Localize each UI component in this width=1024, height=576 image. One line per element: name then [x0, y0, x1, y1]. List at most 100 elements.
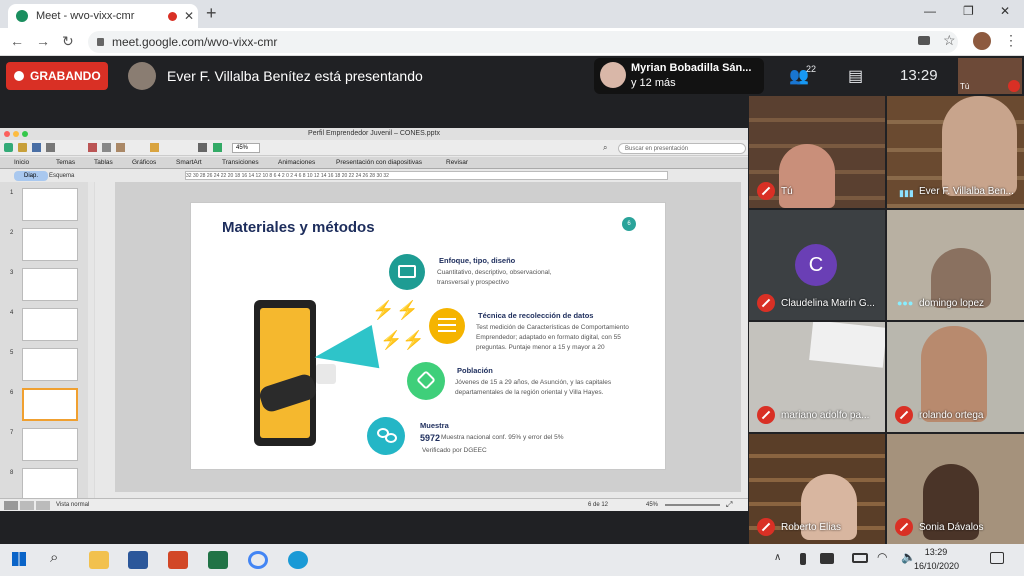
- status-zoom: 45%: [646, 502, 659, 508]
- ribbon-tab-presentacion[interactable]: Presentación con diapositivas: [336, 159, 422, 166]
- slideshow-view-icon[interactable]: [36, 501, 50, 510]
- back-arrow-icon[interactable]: ←: [10, 33, 24, 49]
- save-icon[interactable]: [32, 143, 41, 152]
- browser-tab[interactable]: Meet - wvo-vixx-cmr ✕: [8, 4, 198, 28]
- thumb-number: 3: [10, 270, 14, 276]
- undo-icon[interactable]: [150, 143, 159, 152]
- copy-icon[interactable]: [102, 143, 111, 152]
- slide-thumbnail[interactable]: [22, 428, 78, 461]
- table-icon[interactable]: [198, 143, 207, 152]
- participant-tile[interactable]: C Claudelina Marin G...: [749, 210, 885, 320]
- cut-icon[interactable]: [88, 143, 97, 152]
- participant-tile[interactable]: rolando ortega: [887, 322, 1024, 432]
- participant-tile[interactable]: ●●● domingo lopez: [887, 210, 1024, 320]
- powerpoint-icon[interactable]: [168, 551, 188, 569]
- mic-off-icon: [895, 518, 913, 536]
- participant-name: rolando ortega: [919, 410, 984, 421]
- participant-name: mariano adolfo pa...: [781, 410, 870, 421]
- window-glyph-icon: [398, 265, 416, 278]
- mac-zoom-icon[interactable]: [22, 131, 28, 137]
- item-extra: Verificado por DGEEC: [422, 447, 487, 454]
- ribbon-tab-transiciones[interactable]: Transiciones: [222, 159, 259, 166]
- word-icon[interactable]: [128, 551, 148, 569]
- thumb-number: 8: [10, 470, 14, 476]
- minimize-button[interactable]: —: [924, 4, 936, 18]
- participant-tile[interactable]: Roberto Elias: [749, 434, 885, 544]
- slide-thumbnail-selected[interactable]: [22, 388, 78, 421]
- sound-waves-icon: ⚡⚡: [380, 330, 425, 350]
- paste-icon[interactable]: [116, 143, 125, 152]
- slide-title: Materiales y métodos: [222, 219, 375, 236]
- search-input[interactable]: Buscar en presentación: [618, 143, 746, 154]
- item-body: Test medición de Características de Comp…: [476, 324, 629, 351]
- battery-icon[interactable]: [852, 553, 868, 563]
- menu-kebab-icon[interactable]: ⋮: [1004, 32, 1018, 49]
- open-icon[interactable]: [18, 143, 27, 152]
- star-icon[interactable]: ☆: [943, 32, 956, 49]
- sound-waves-icon: ⚡⚡: [372, 300, 421, 320]
- search-icon[interactable]: ⌕: [50, 549, 58, 566]
- forward-arrow-icon[interactable]: →: [36, 33, 50, 49]
- meet-favicon-icon: [16, 10, 28, 22]
- slide-thumbnail[interactable]: [22, 188, 78, 221]
- ribbon-tab-temas[interactable]: Temas: [56, 159, 75, 166]
- slide-thumbnail[interactable]: [22, 268, 78, 301]
- wifi-icon[interactable]: ◠: [877, 550, 887, 564]
- notifications-icon[interactable]: [990, 552, 1004, 564]
- close-tab-button[interactable]: ✕: [184, 4, 194, 28]
- item-heading: Técnica de recolección de datos: [478, 311, 594, 320]
- record-dot-icon: [14, 71, 24, 81]
- ribbon-tab-inicio[interactable]: Inicio: [14, 159, 29, 166]
- slide-thumbnail[interactable]: [22, 228, 78, 261]
- ribbon-tab-smartart[interactable]: SmartArt: [176, 159, 202, 166]
- url-bar[interactable]: meet.google.com/wvo-vixx-cmr: [88, 31, 958, 53]
- thumb-scrollbar[interactable]: [88, 182, 94, 498]
- taskbar-date[interactable]: 16/10/2020: [914, 561, 959, 571]
- slide-thumbnail[interactable]: [22, 468, 78, 501]
- ribbon-tab-revisar[interactable]: Revisar: [446, 159, 468, 166]
- mac-minimize-icon[interactable]: [13, 131, 19, 137]
- print-icon[interactable]: [46, 143, 55, 152]
- recording-badge: GRABANDO: [6, 62, 108, 90]
- participant-video: [942, 96, 1017, 196]
- item-body: Muestra nacional conf. 95% y error del 5…: [441, 434, 564, 441]
- image-icon[interactable]: [213, 143, 222, 152]
- status-page: 6 de 12: [588, 502, 609, 508]
- zoom-slider[interactable]: [665, 504, 720, 506]
- ribbon-tab-tablas[interactable]: Tablas: [94, 159, 113, 166]
- speaking-icon: ▮▮▮: [899, 188, 914, 198]
- pane-tab-slides[interactable]: Diap.: [14, 171, 48, 181]
- file-explorer-icon[interactable]: [89, 551, 109, 569]
- taskbar-time[interactable]: 13:29: [916, 547, 956, 557]
- participant-tile[interactable]: Sonia Dávalos: [887, 434, 1024, 544]
- participant-tile[interactable]: Tú: [749, 96, 885, 208]
- pane-tab-outline[interactable]: Esquema: [49, 173, 74, 179]
- new-icon[interactable]: [4, 143, 13, 152]
- edge-icon[interactable]: [288, 551, 308, 569]
- mac-close-icon[interactable]: [4, 131, 10, 137]
- participant-tile[interactable]: ▮▮▮ Ever F. Villalba Ben...: [887, 96, 1024, 208]
- slide-thumbnail[interactable]: [22, 308, 78, 341]
- ribbon-tab-animaciones[interactable]: Animaciones: [278, 159, 315, 166]
- chat-icon[interactable]: ▤: [848, 66, 863, 86]
- usb-icon[interactable]: [800, 553, 806, 565]
- chrome-icon[interactable]: [248, 551, 268, 569]
- zoom-select[interactable]: 45%: [232, 143, 260, 153]
- normal-view-icon[interactable]: [4, 501, 18, 510]
- new-tab-button[interactable]: +: [206, 3, 217, 24]
- profile-avatar[interactable]: [973, 32, 991, 50]
- ribbon-tab-graficos[interactable]: Gráficos: [132, 159, 156, 166]
- sliders-icon: [429, 308, 465, 344]
- reload-icon[interactable]: ↻: [62, 33, 74, 50]
- excel-icon[interactable]: [208, 551, 228, 569]
- chevron-up-icon[interactable]: ∧: [774, 552, 781, 563]
- meet-tray-icon[interactable]: [820, 553, 834, 564]
- camera-icon[interactable]: [918, 36, 930, 45]
- slide-thumbnail[interactable]: [22, 348, 78, 381]
- participant-tile[interactable]: mariano adolfo pa...: [749, 322, 885, 432]
- restore-button[interactable]: ❐: [963, 4, 974, 18]
- windows-start-icon[interactable]: [12, 552, 26, 566]
- sorter-view-icon[interactable]: [20, 501, 34, 510]
- close-window-button[interactable]: ✕: [1000, 4, 1010, 18]
- fit-window-icon[interactable]: ⤢: [726, 500, 732, 510]
